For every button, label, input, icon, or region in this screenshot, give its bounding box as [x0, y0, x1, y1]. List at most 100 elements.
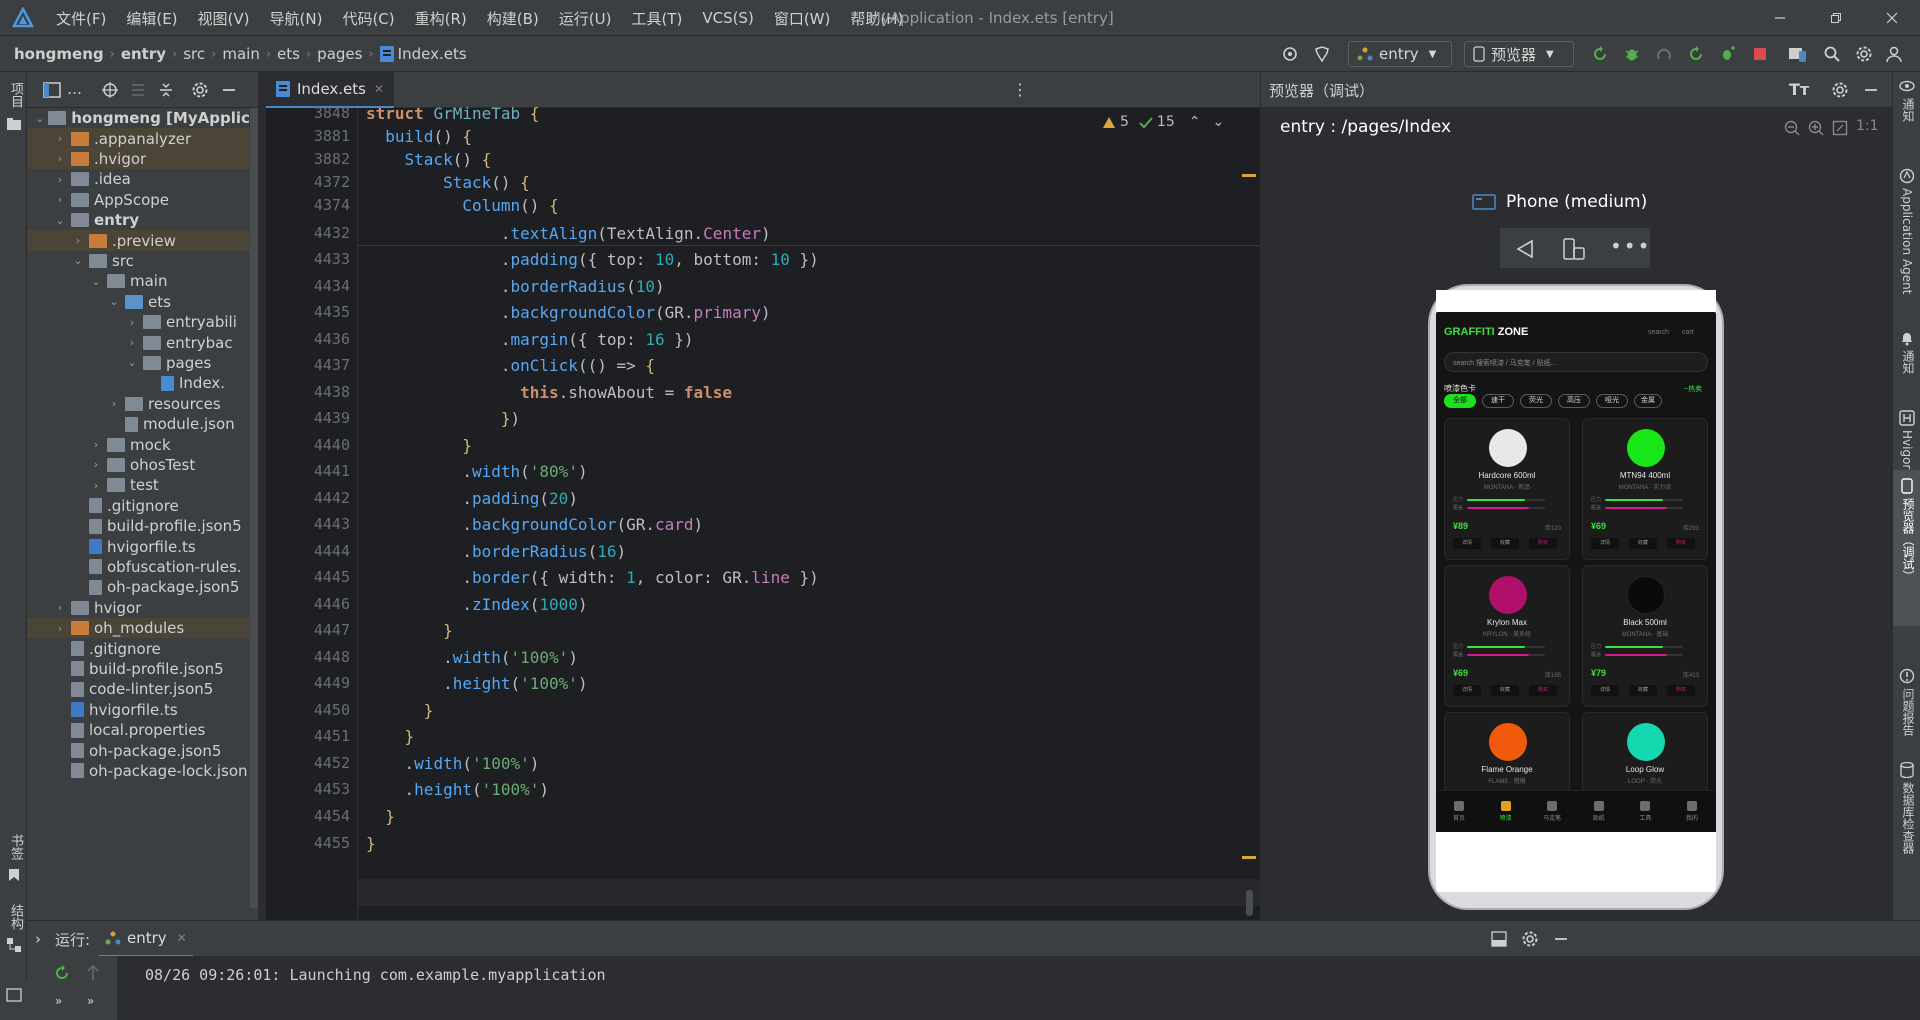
- settings-gear-icon[interactable]: [1852, 42, 1876, 66]
- minimize-icon[interactable]: [1752, 0, 1808, 36]
- tree-item[interactable]: ⌄ entry: [27, 210, 258, 230]
- chevron-right-icon[interactable]: ›: [107, 397, 121, 410]
- chevron-down-icon[interactable]: ⌄: [1212, 114, 1224, 130]
- notify-tool-label[interactable]: 通知: [1900, 350, 1917, 374]
- tree-item[interactable]: › entryabili: [27, 312, 258, 332]
- card-action-button[interactable]: 收藏: [1491, 685, 1519, 696]
- chevron-right-icon[interactable]: ›: [53, 601, 67, 614]
- bottom-nav-item[interactable]: 工具: [1622, 791, 1668, 831]
- target-icon[interactable]: [1278, 42, 1302, 66]
- phone-icon[interactable]: [1900, 478, 1914, 494]
- tree-item[interactable]: › .appanalyzer: [27, 128, 258, 149]
- chevron-right-icon[interactable]: ›: [125, 316, 139, 329]
- debug-icon[interactable]: [1620, 42, 1644, 66]
- inspection-widget[interactable]: 5 15 ⌃ ⌄: [1102, 114, 1224, 130]
- tree-item[interactable]: oh-package.json5: [27, 740, 258, 760]
- run-console[interactable]: 08/26 09:26:01: Launching com.example.my…: [27, 956, 1920, 1020]
- database-inspector-tool-label[interactable]: 数据库检查器: [1900, 782, 1917, 854]
- problem-report-tool-label[interactable]: 问题报告: [1900, 688, 1917, 736]
- settings-gear-icon[interactable]: [1521, 930, 1539, 948]
- tree-item[interactable]: module.json: [27, 414, 258, 434]
- scroll-up-icon[interactable]: [85, 964, 101, 982]
- tree-item[interactable]: › ohosTest: [27, 455, 258, 475]
- chevron-right-icon[interactable]: ›: [89, 438, 103, 451]
- chevron-right-icon[interactable]: ›: [27, 921, 49, 957]
- menu-item[interactable]: 运行(U): [559, 8, 612, 29]
- tree-item[interactable]: .gitignore: [27, 496, 258, 516]
- breadcrumb-item[interactable]: entry: [121, 45, 166, 63]
- tree-item[interactable]: › .idea: [27, 169, 258, 189]
- section-action[interactable]: ~热卖: [1684, 384, 1702, 394]
- breadcrumb-item[interactable]: src: [183, 45, 205, 63]
- tree-item[interactable]: ⌄ hongmeng [MyApplicati: [27, 108, 258, 128]
- chevron-down-icon[interactable]: ⌄: [89, 275, 103, 288]
- close-icon[interactable]: [1864, 0, 1920, 36]
- menu-item[interactable]: 构建(B): [487, 8, 539, 29]
- menu-item[interactable]: 重构(R): [415, 8, 467, 29]
- card-action-button[interactable]: 收藏: [1491, 538, 1519, 549]
- menu-item[interactable]: 视图(V): [198, 8, 250, 29]
- chevron-down-icon[interactable]: ⌄: [125, 356, 139, 369]
- tree-item[interactable]: .gitignore: [27, 638, 258, 658]
- card-action-button[interactable]: 详情: [1453, 685, 1481, 696]
- zoom-ratio[interactable]: 1:1: [1856, 118, 1879, 134]
- chevron-down-icon[interactable]: ⌄: [107, 295, 121, 308]
- menu-item[interactable]: 文件(F): [56, 8, 106, 29]
- bottom-nav-item[interactable]: 贴纸: [1576, 791, 1622, 831]
- rerun-icon[interactable]: [1588, 42, 1612, 66]
- bottom-nav-item[interactable]: 首页: [1436, 791, 1482, 831]
- breadcrumb-item[interactable]: Index.ets: [398, 45, 467, 63]
- close-tab-icon[interactable]: ✕: [374, 82, 384, 96]
- settings-gear-icon[interactable]: [191, 81, 209, 99]
- card-action-button[interactable]: 购买: [1667, 685, 1695, 696]
- chevron-right-icon[interactable]: ›: [53, 132, 67, 145]
- tree-item[interactable]: › .hvigor: [27, 148, 258, 170]
- hide-panel-icon[interactable]: [221, 81, 237, 99]
- application-agent-tool-label[interactable]: Application Agent: [1900, 188, 1914, 294]
- chevron-right-icon[interactable]: ›: [53, 622, 67, 635]
- tree-item[interactable]: › test: [27, 475, 258, 495]
- settings-gear-icon[interactable]: [1831, 81, 1849, 99]
- tree-item[interactable]: build-profile.json5: [27, 659, 258, 679]
- hvigor-icon[interactable]: [1899, 410, 1915, 426]
- terminal-icon[interactable]: [6, 988, 22, 1002]
- chevron-up-icon[interactable]: ⌃: [1189, 114, 1201, 130]
- chevron-down-icon[interactable]: ⌄: [71, 254, 85, 267]
- close-tab-icon[interactable]: ✕: [177, 931, 187, 945]
- breadcrumb-item[interactable]: hongmeng: [14, 45, 104, 63]
- project-view-icon[interactable]: [43, 82, 61, 98]
- product-card[interactable]: Black 500ml MONTANA · 基础 压力 覆盖 ¥79 库413 详情 收藏 购买: [1582, 565, 1708, 707]
- tree-item[interactable]: › resources: [27, 394, 258, 414]
- tree-item[interactable]: › hvigor: [27, 598, 258, 618]
- tree-item[interactable]: ⌄ main: [27, 271, 258, 291]
- card-action-button[interactable]: 详情: [1591, 538, 1619, 549]
- back-icon[interactable]: [1514, 238, 1536, 260]
- zoom-out-icon[interactable]: [1784, 120, 1800, 136]
- reload-icon[interactable]: [1684, 42, 1708, 66]
- card-action-button[interactable]: 购买: [1667, 538, 1695, 549]
- chevron-right-icon[interactable]: ›: [71, 234, 85, 247]
- stop-icon[interactable]: [1748, 42, 1772, 66]
- device-manager-icon[interactable]: [1786, 42, 1810, 66]
- tree-item[interactable]: code-linter.json5: [27, 679, 258, 699]
- tree-item[interactable]: ⌄ ets: [27, 292, 258, 312]
- tree-item[interactable]: › oh_modules: [27, 618, 258, 639]
- chevron-right-icon[interactable]: ›: [53, 173, 67, 186]
- breadcrumb-item[interactable]: pages: [317, 45, 362, 63]
- previewer-tool-label[interactable]: 预览器（调试）: [1900, 498, 1917, 582]
- chevron-down-icon[interactable]: ⌄: [53, 214, 67, 227]
- breadcrumb-item[interactable]: ets: [277, 45, 300, 63]
- hide-panel-icon[interactable]: [1491, 931, 1507, 947]
- bottom-nav-item[interactable]: 我的: [1669, 791, 1715, 831]
- card-action-button[interactable]: 收藏: [1629, 685, 1657, 696]
- tree-item[interactable]: hvigorfile.ts: [27, 536, 258, 556]
- product-card[interactable]: MTN94 400ml MONTANA · 实力派 压力 覆盖 ¥69 库293 详情 收藏购…: [1582, 418, 1708, 560]
- tree-item[interactable]: › .preview: [27, 230, 258, 251]
- chevron-down-icon[interactable]: ⌄: [35, 112, 44, 125]
- top-link-search[interactable]: search: [1648, 329, 1669, 336]
- app-search-input[interactable]: search 搜索喷漆 / 马克笔 / 贴纸...: [1444, 352, 1708, 372]
- card-action-button[interactable]: 详情: [1591, 685, 1619, 696]
- notifications-tool-label[interactable]: 通知: [1900, 98, 1917, 122]
- tree-item[interactable]: Index.: [27, 373, 258, 393]
- profiler-icon[interactable]: [1652, 42, 1676, 66]
